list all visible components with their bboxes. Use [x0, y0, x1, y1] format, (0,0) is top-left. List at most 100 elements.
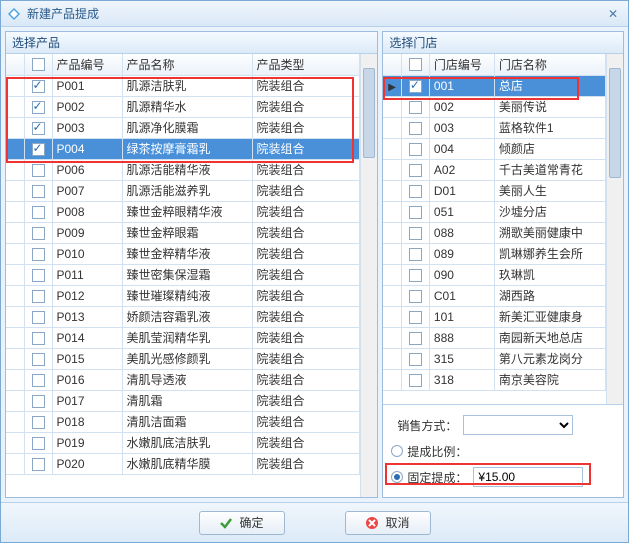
row-checkbox[interactable] [409, 101, 422, 114]
table-row[interactable]: C01湖西路 [383, 285, 605, 306]
row-checkbox[interactable] [409, 80, 422, 93]
row-checkbox[interactable] [409, 206, 422, 219]
table-row[interactable]: 088溯歌美丽健康中 [383, 222, 605, 243]
table-row[interactable]: P002肌源精华水院装组合 [6, 96, 360, 117]
table-row[interactable]: 315第八元素龙岗分 [383, 348, 605, 369]
row-checkbox[interactable] [409, 353, 422, 366]
store-scrollbar[interactable] [606, 54, 623, 404]
dialog-body: 选择产品 产品编号 产品名称 产品类型 [1, 27, 628, 502]
row-checkbox[interactable] [409, 164, 422, 177]
row-checkbox[interactable] [409, 227, 422, 240]
row-checkbox[interactable] [32, 248, 45, 261]
indicator-col [383, 54, 401, 75]
row-checkbox[interactable] [32, 332, 45, 345]
table-row[interactable]: 003蓝格软件1 [383, 117, 605, 138]
ratio-radio[interactable] [391, 445, 403, 457]
table-row[interactable]: ▶001总店 [383, 75, 605, 96]
row-checkbox[interactable] [32, 80, 45, 93]
table-row[interactable]: 051沙墟分店 [383, 201, 605, 222]
checkbox-header[interactable] [24, 54, 52, 75]
row-checkbox[interactable] [32, 164, 45, 177]
table-row[interactable]: P006肌源活能精华液院装组合 [6, 159, 360, 180]
table-row[interactable]: 888南园新天地总店 [383, 327, 605, 348]
col-store-code[interactable]: 门店编号 [429, 54, 494, 75]
col-product-type[interactable]: 产品类型 [252, 54, 360, 75]
fixed-radio[interactable] [391, 471, 403, 483]
table-row[interactable]: P019水嫩肌底洁肤乳院装组合 [6, 432, 360, 453]
table-row[interactable]: 090玖琳凯 [383, 264, 605, 285]
row-checkbox[interactable] [409, 122, 422, 135]
table-row[interactable]: A02千古美道常青花 [383, 159, 605, 180]
row-checkbox[interactable] [409, 374, 422, 387]
app-icon [7, 7, 21, 21]
table-row[interactable]: P012臻世璀璨精纯液院装组合 [6, 285, 360, 306]
table-row[interactable]: 002美丽传说 [383, 96, 605, 117]
checkbox-header[interactable] [401, 54, 429, 75]
col-store-name[interactable]: 门店名称 [494, 54, 605, 75]
table-row[interactable]: D01美丽人生 [383, 180, 605, 201]
table-row[interactable]: P003肌源净化膜霜院装组合 [6, 117, 360, 138]
fixed-value-input[interactable] [473, 467, 583, 487]
table-row[interactable]: P017清肌霜院装组合 [6, 390, 360, 411]
table-row[interactable]: P013娇颜洁容霜乳液院装组合 [6, 306, 360, 327]
table-row[interactable]: P004绿茶按摩膏霜乳院装组合 [6, 138, 360, 159]
row-checkbox[interactable] [32, 290, 45, 303]
ratio-label: 提成比例： [407, 443, 473, 460]
table-row[interactable]: P014美肌莹润精华乳院装组合 [6, 327, 360, 348]
ok-button[interactable]: 确定 [199, 511, 285, 535]
table-row[interactable]: P011臻世密集保湿霜院装组合 [6, 264, 360, 285]
table-row[interactable]: P009臻世金粹眼霜院装组合 [6, 222, 360, 243]
row-checkbox[interactable] [32, 374, 45, 387]
cancel-icon [365, 516, 379, 530]
indicator-col [6, 54, 24, 75]
product-grid: 产品编号 产品名称 产品类型 P001肌源洁肤乳院装组合P002肌源精华水院装组… [6, 54, 377, 497]
product-table: 产品编号 产品名称 产品类型 P001肌源洁肤乳院装组合P002肌源精华水院装组… [6, 54, 360, 475]
row-checkbox[interactable] [32, 311, 45, 324]
row-checkbox[interactable] [32, 143, 45, 156]
commission-form: 销售方式： 提成比例： 固定提成： [383, 404, 623, 497]
row-checkbox[interactable] [32, 395, 45, 408]
check-icon [219, 516, 233, 530]
table-row[interactable]: P010臻世金粹精华液院装组合 [6, 243, 360, 264]
sales-mode-select[interactable] [463, 415, 573, 435]
product-panel-title: 选择产品 [6, 32, 377, 54]
row-checkbox[interactable] [409, 248, 422, 261]
row-checkbox[interactable] [409, 185, 422, 198]
fixed-label: 固定提成： [407, 469, 473, 486]
table-row[interactable]: P018清肌洁面霜院装组合 [6, 411, 360, 432]
table-row[interactable]: P015美肌光感修颜乳院装组合 [6, 348, 360, 369]
footer: 确定 取消 [1, 502, 628, 542]
row-checkbox[interactable] [32, 416, 45, 429]
product-scrollbar[interactable] [360, 54, 377, 497]
row-checkbox[interactable] [409, 143, 422, 156]
row-checkbox[interactable] [409, 290, 422, 303]
row-checkbox[interactable] [32, 122, 45, 135]
table-row[interactable]: 101新美汇亚健康身 [383, 306, 605, 327]
row-checkbox[interactable] [32, 101, 45, 114]
row-checkbox[interactable] [32, 185, 45, 198]
table-row[interactable]: P008臻世金粹眼精华液院装组合 [6, 201, 360, 222]
table-row[interactable]: P020水嫩肌底精华膜院装组合 [6, 453, 360, 474]
titlebar[interactable]: 新建产品提成 ✕ [1, 1, 628, 27]
close-icon[interactable]: ✕ [604, 5, 622, 23]
row-checkbox[interactable] [409, 269, 422, 282]
table-row[interactable]: 318南京美容院 [383, 369, 605, 390]
table-row[interactable]: P016清肌导透液院装组合 [6, 369, 360, 390]
table-row[interactable]: P001肌源洁肤乳院装组合 [6, 75, 360, 96]
row-checkbox[interactable] [32, 437, 45, 450]
row-checkbox[interactable] [32, 353, 45, 366]
table-row[interactable]: 089凯琳娜养生会所 [383, 243, 605, 264]
row-checkbox[interactable] [409, 311, 422, 324]
row-checkbox[interactable] [32, 269, 45, 282]
sales-mode-label: 销售方式： [391, 417, 463, 434]
row-checkbox[interactable] [32, 458, 45, 471]
store-grid: 门店编号 门店名称 ▶001总店002美丽传说003蓝格软件1004倾颜店A02… [383, 54, 623, 404]
cancel-button[interactable]: 取消 [345, 511, 431, 535]
col-product-code[interactable]: 产品编号 [52, 54, 122, 75]
table-row[interactable]: 004倾颜店 [383, 138, 605, 159]
row-checkbox[interactable] [32, 206, 45, 219]
col-product-name[interactable]: 产品名称 [122, 54, 252, 75]
row-checkbox[interactable] [409, 332, 422, 345]
table-row[interactable]: P007肌源活能滋养乳院装组合 [6, 180, 360, 201]
row-checkbox[interactable] [32, 227, 45, 240]
